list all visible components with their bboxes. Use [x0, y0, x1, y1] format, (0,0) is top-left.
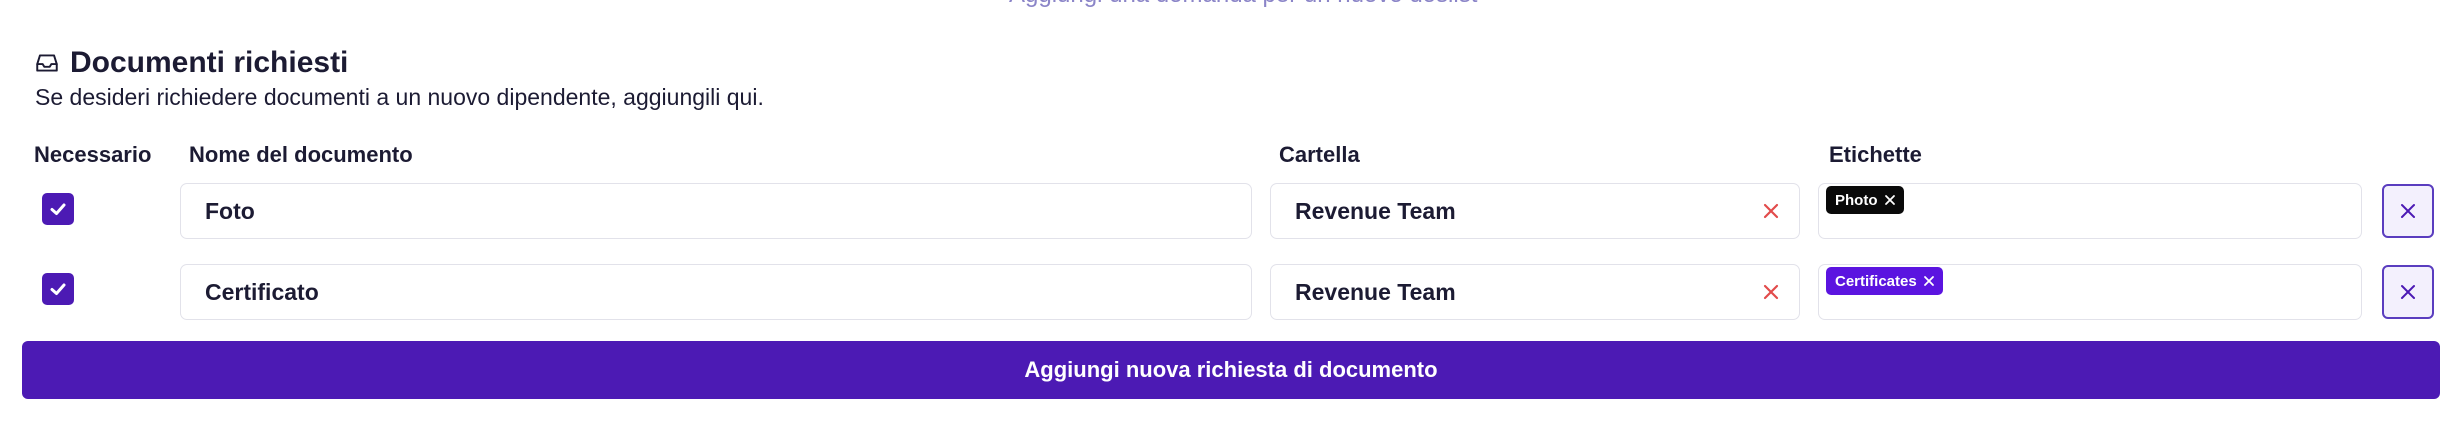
plus-icon: + — [985, 0, 999, 8]
add-question-label: Aggiungi una domanda per un nuovo dosiis… — [1009, 0, 1477, 8]
section-title: Documenti richiesti — [70, 46, 349, 79]
tag-chip: Certificates — [1826, 267, 1943, 295]
tag-remove-icon[interactable] — [1923, 275, 1935, 287]
clear-icon[interactable] — [1759, 280, 1783, 304]
folder-select[interactable]: Revenue Team — [1270, 183, 1800, 239]
check-icon — [50, 283, 66, 295]
document-name-value: Certificato — [205, 278, 319, 305]
tag-chip: Photo — [1826, 186, 1904, 214]
folder-value: Revenue Team — [1295, 278, 1456, 305]
section-header: Documenti richiesti — [34, 46, 348, 80]
close-icon — [2401, 285, 2415, 299]
required-checkbox[interactable] — [42, 193, 74, 225]
remove-row-button[interactable] — [2382, 184, 2434, 238]
folder-value: Revenue Team — [1295, 197, 1456, 224]
add-question-link[interactable]: + Aggiungi una domanda per un nuovo dosii… — [985, 0, 1477, 9]
column-header-name: Nome del documento — [189, 142, 413, 167]
check-icon — [50, 203, 66, 215]
folder-select[interactable]: Revenue Team — [1270, 264, 1800, 320]
document-name-value: Foto — [205, 197, 255, 224]
document-name-input[interactable]: Foto — [180, 183, 1252, 239]
tags-input[interactable]: Certificates — [1818, 264, 2362, 320]
required-checkbox[interactable] — [42, 273, 74, 305]
add-document-request-button[interactable]: Aggiungi nuova richiesta di documento — [22, 341, 2440, 399]
remove-row-button[interactable] — [2382, 265, 2434, 319]
document-name-input[interactable]: Certificato — [180, 264, 1252, 320]
tag-label: Photo — [1835, 191, 1878, 209]
column-header-tags: Etichette — [1829, 142, 1922, 167]
section-subtitle: Se desideri richiedere documenti a un nu… — [35, 84, 764, 110]
column-header-required: Necessario — [34, 142, 152, 167]
clear-icon[interactable] — [1759, 199, 1783, 223]
tag-remove-icon[interactable] — [1884, 194, 1896, 206]
tags-input[interactable]: Photo — [1818, 183, 2362, 239]
column-header-folder: Cartella — [1279, 142, 1360, 167]
inbox-icon — [36, 54, 58, 72]
tag-label: Certificates — [1835, 272, 1917, 290]
close-icon — [2401, 204, 2415, 218]
